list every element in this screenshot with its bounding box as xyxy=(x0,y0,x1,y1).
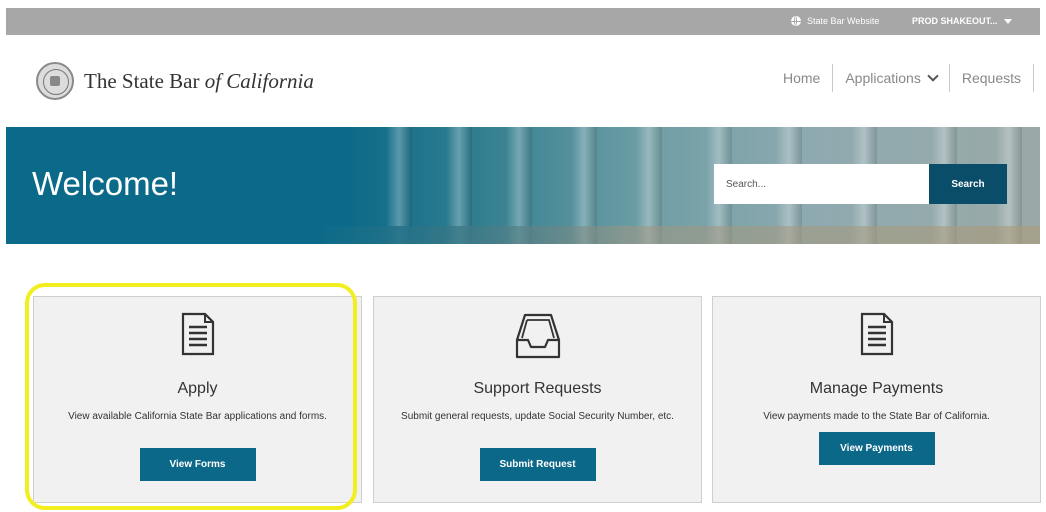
nav-home[interactable]: Home xyxy=(771,66,832,90)
nav-applications-dropdown[interactable]: Applications xyxy=(833,66,949,90)
nav-requests[interactable]: Requests xyxy=(950,66,1033,90)
nav-home-label: Home xyxy=(782,70,821,86)
user-menu-dropdown[interactable]: PROD SHAKEOUT... xyxy=(912,16,1012,26)
view-payments-button[interactable]: View Payments xyxy=(818,432,935,465)
card-description: View available California State Bar appl… xyxy=(68,411,327,422)
state-seal-icon xyxy=(36,62,74,100)
view-forms-button[interactable]: View Forms xyxy=(139,448,256,481)
main-navigation: Home Applications Requests xyxy=(771,64,1034,92)
globe-icon xyxy=(791,16,801,26)
page-title: Welcome! xyxy=(32,165,179,202)
site-name-italic: of California xyxy=(204,68,314,93)
card-title: Manage Payments xyxy=(809,380,944,397)
nav-divider xyxy=(1033,64,1034,92)
site-name-main: The State Bar xyxy=(84,68,205,93)
manage-payments-card: Manage Payments View payments made to th… xyxy=(712,296,1041,503)
hero-banner: Welcome! Search xyxy=(6,127,1040,244)
card-title: Apply xyxy=(177,380,218,397)
search-button[interactable]: Search xyxy=(929,164,1007,204)
chevron-down-icon xyxy=(927,70,939,82)
document-icon xyxy=(34,312,361,356)
column-base-decoration xyxy=(6,226,1040,244)
inbox-tray-icon xyxy=(374,312,701,360)
site-logo[interactable]: The State Bar of California xyxy=(36,62,314,100)
user-menu-label: PROD SHAKEOUT... xyxy=(912,16,998,26)
utility-bar: State Bar Website PROD SHAKEOUT... xyxy=(6,8,1040,35)
search-input[interactable] xyxy=(714,164,929,204)
state-bar-website-link[interactable]: State Bar Website xyxy=(791,16,879,26)
caret-down-icon xyxy=(1003,18,1012,24)
document-icon xyxy=(713,312,1040,356)
card-title: Support Requests xyxy=(473,380,602,397)
card-description: View payments made to the State Bar of C… xyxy=(763,411,990,422)
card-description: Submit general requests, update Social S… xyxy=(401,411,674,422)
submit-request-button[interactable]: Submit Request xyxy=(479,448,596,481)
site-name: The State Bar of California xyxy=(84,69,314,94)
nav-applications-label: Applications xyxy=(845,70,921,86)
state-bar-website-label: State Bar Website xyxy=(807,16,880,26)
support-requests-card: Support Requests Submit general requests… xyxy=(373,296,702,503)
apply-card: Apply View available California State Ba… xyxy=(33,296,362,503)
nav-requests-label: Requests xyxy=(961,70,1021,86)
